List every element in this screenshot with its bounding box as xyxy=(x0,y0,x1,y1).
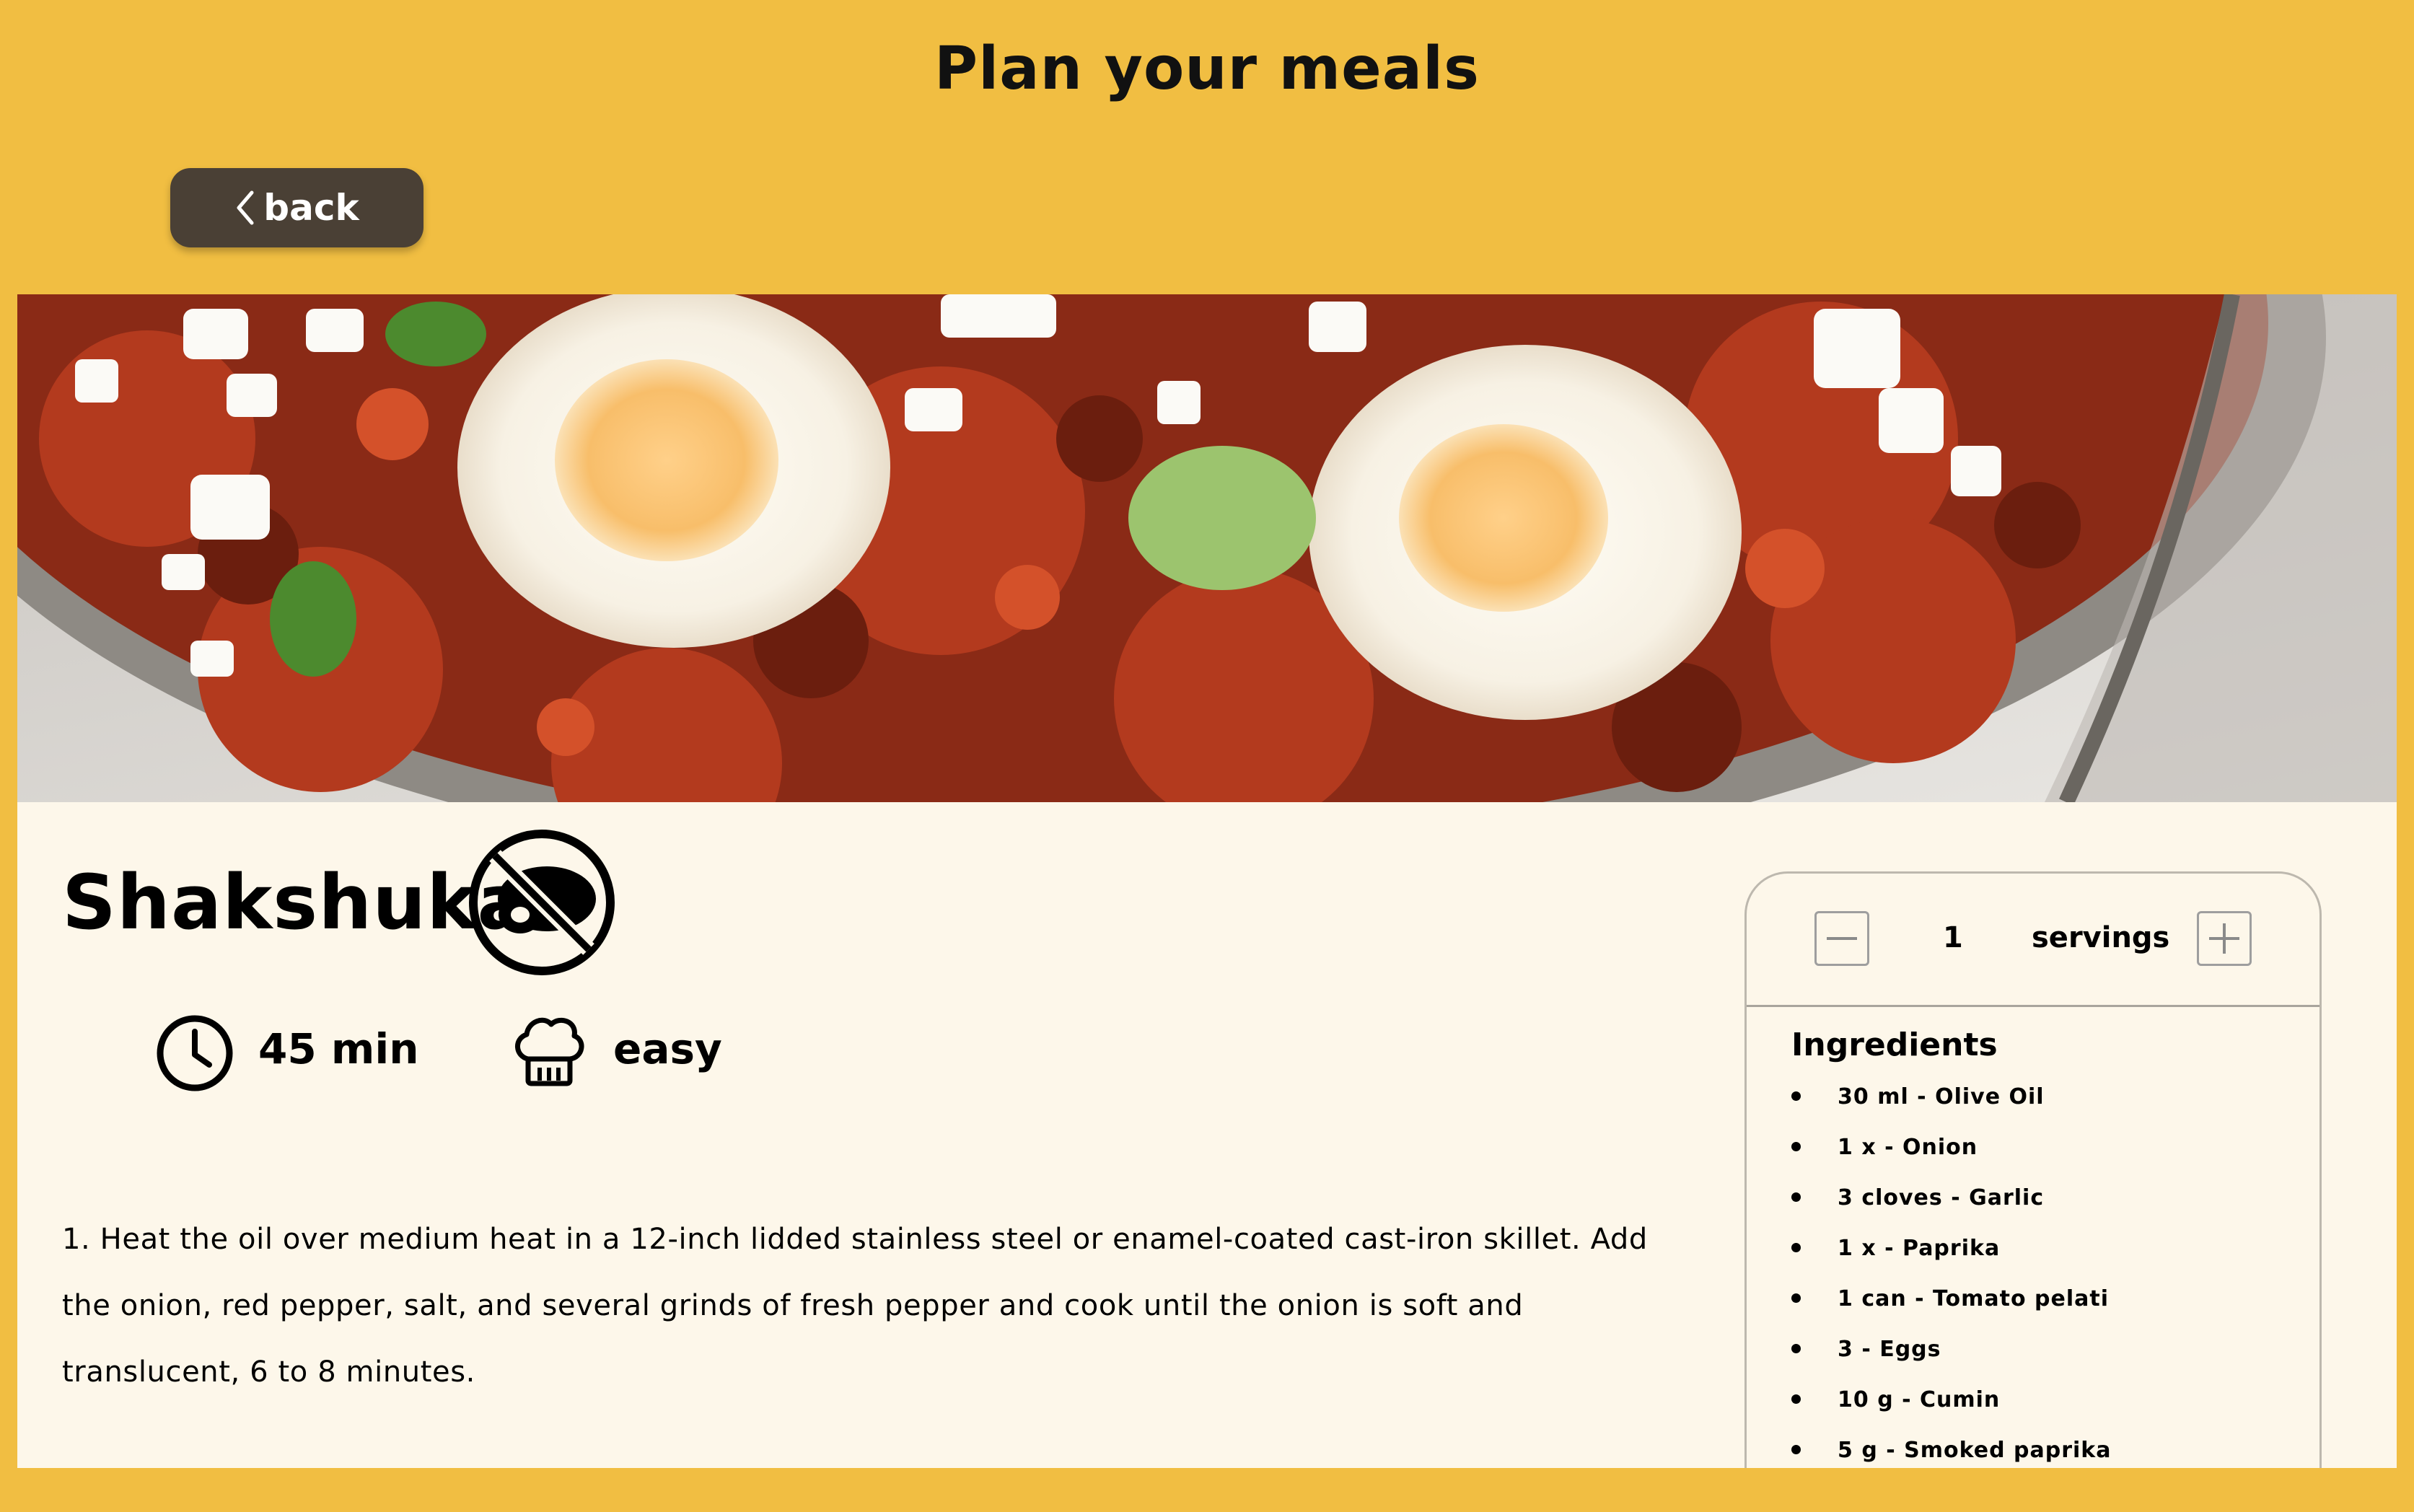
chevron-left-icon xyxy=(237,190,254,225)
ingredient-item: 1 can - Tomato pelati xyxy=(1791,1286,2112,1337)
decrease-servings-button[interactable] xyxy=(1814,911,1869,966)
ingredient-item: 5 g - Smoked paprika xyxy=(1791,1438,2112,1468)
recipe-instructions: 1. Heat the oil over medium heat in a 12… xyxy=(62,1223,1648,1389)
ingredient-item: 1 x - Paprika xyxy=(1791,1236,2112,1286)
back-button[interactable]: back xyxy=(170,168,423,247)
difficulty: easy xyxy=(613,1024,722,1073)
increase-servings-button[interactable] xyxy=(2197,911,2252,966)
no-meat-icon xyxy=(466,827,618,981)
divider xyxy=(1747,1005,2319,1007)
recipe-title: Shakshuka xyxy=(62,858,529,946)
ingredients-list: 30 ml - Olive Oil 1 x - Onion 3 cloves -… xyxy=(1791,1084,2112,1468)
ingredient-item: 10 g - Cumin xyxy=(1791,1387,2112,1438)
servings-control: 1 servings xyxy=(1747,874,2319,1005)
cook-time: 45 min xyxy=(258,1024,419,1073)
servings-count: 1 xyxy=(1943,921,1963,954)
plus-icon xyxy=(2209,923,2239,954)
back-button-label: back xyxy=(263,187,359,229)
ingredients-panel: 1 servings Ingredients 30 ml - Olive Oil… xyxy=(1744,871,2322,1468)
recipe-photo xyxy=(17,294,2397,802)
page-title: Plan your meals xyxy=(934,35,1480,103)
minus-icon xyxy=(1827,937,1857,940)
ingredient-item: 30 ml - Olive Oil xyxy=(1791,1084,2112,1135)
clock-icon xyxy=(157,1015,233,1091)
ingredient-item: 1 x - Onion xyxy=(1791,1135,2112,1185)
ingredients-title: Ingredients xyxy=(1791,1027,1998,1063)
servings-label: servings xyxy=(2032,921,2170,954)
ingredient-item: 3 - Eggs xyxy=(1791,1337,2112,1387)
ingredient-item: 3 cloves - Garlic xyxy=(1791,1185,2112,1236)
chef-hat-icon xyxy=(515,1017,584,1086)
recipe-card: Shakshuka 45 min easy 1. Heat the oil ov… xyxy=(17,294,2397,1468)
